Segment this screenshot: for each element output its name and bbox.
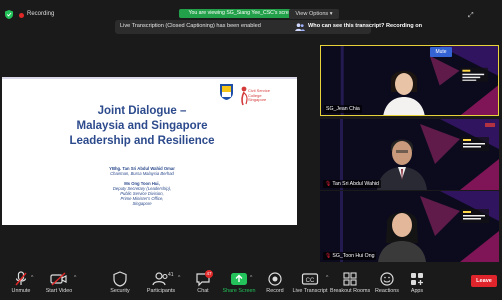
speaker-block: Ms Ong Toon Hui, Deputy Secretary (Leade… [42, 181, 242, 206]
participant-tile[interactable]: SG_Jean Chia [320, 45, 499, 116]
participants-label: Participants [146, 288, 176, 294]
mute-badge[interactable]: Mute [430, 47, 452, 57]
speaker-role: Chairman, Bursa Malaysia Berhad [110, 171, 174, 176]
participant-name-label: 🎙Tan Sri Abdul Wahid [323, 180, 381, 188]
slide-title-line: Leadership and Resilience [69, 135, 215, 147]
view-options-label: View Options [295, 11, 329, 17]
breakout-rooms-icon [343, 272, 357, 286]
college-name: Civil Service College Singapore [248, 88, 271, 102]
people-icon [295, 23, 305, 31]
shield-icon [113, 271, 127, 287]
live-transcript-label: Live Transcript [292, 288, 328, 294]
malaysia-crest-icon [220, 84, 233, 100]
microphone-muted-icon [15, 271, 27, 286]
breakout-rooms-label: Breakout Rooms [330, 288, 371, 294]
record-button[interactable]: Record [264, 271, 286, 294]
apps-button[interactable]: Apps [406, 271, 428, 294]
participants-caret-icon[interactable]: ^ [178, 275, 180, 281]
start-video-button[interactable]: Start Video [40, 271, 78, 294]
reactions-label: Reactions [375, 288, 399, 294]
cc-icon: CC [301, 273, 319, 285]
video-off-icon [50, 272, 67, 286]
reactions-button[interactable]: Reactions [372, 271, 402, 294]
viewing-banner: You are viewing SG_Siang Yee_CSC's scree… [179, 9, 304, 18]
security-button[interactable]: Security [106, 271, 134, 294]
slide-title: Joint Dialogue – Malaysia and Singapore … [42, 104, 242, 149]
share-screen-label: Share Screen [222, 288, 256, 294]
slide-header-rule [2, 77, 297, 79]
fullscreen-icon[interactable]: ⤢ [468, 12, 474, 20]
speaker-block: YBhg. Tan Sri Abdul Wahid Omar Chairman,… [42, 166, 242, 176]
shared-screen: Civil Service College Singapore Joint Di… [2, 77, 297, 225]
share-options-caret-icon[interactable]: ^ [250, 275, 252, 281]
record-icon [268, 272, 282, 286]
speaker-role: Singapore [132, 201, 152, 206]
transcription-notice-text: Live Transcription (Closed Captioning) h… [120, 23, 261, 29]
participant-name: Tan Sri Abdul Wahid [332, 181, 379, 187]
apps-label: Apps [410, 288, 424, 294]
microphone-muted-icon: 🎙 [325, 181, 332, 187]
unmute-label: Unmute [11, 288, 31, 294]
zoom-window: Recording You are viewing SG_Siang Yee_C… [0, 0, 502, 300]
participant-tile[interactable]: 🎙SG_Toon Hui Ong [320, 191, 499, 262]
slide-title-line: Joint Dialogue – [97, 105, 187, 117]
view-options-button[interactable]: View Options ▾ [289, 9, 339, 19]
breakout-rooms-button[interactable]: Breakout Rooms [330, 271, 370, 294]
participant-video-icon [377, 139, 427, 190]
transcript-caret-icon[interactable]: ^ [326, 275, 328, 281]
reactions-icon [380, 272, 394, 286]
record-label: Record [266, 288, 284, 294]
share-screen-icon [231, 273, 247, 285]
participant-name: SG_Toon Hui Ong [332, 253, 375, 259]
recording-indicator-icon [19, 13, 24, 18]
participant-video-icon [378, 212, 426, 262]
participant-name-label: 🎙SG_Toon Hui Ong [323, 252, 377, 260]
microphone-muted-icon: 🎙 [325, 253, 332, 259]
slide-logos: Civil Service College Singapore [220, 84, 290, 106]
svg-text:CC: CC [306, 278, 315, 284]
recording-label: Recording [27, 11, 55, 17]
participant-video-icon [383, 71, 425, 115]
leave-button[interactable]: Leave [471, 275, 497, 287]
transcription-notice: Live Transcription (Closed Captioning) h… [115, 20, 422, 34]
video-options-caret-icon[interactable]: ^ [74, 275, 76, 281]
audio-options-caret-icon[interactable]: ^ [31, 275, 33, 281]
chat-label: Chat [197, 288, 209, 294]
live-transcript-button[interactable]: CC Live Transcript [292, 271, 328, 294]
chevron-down-icon: ▾ [329, 11, 333, 17]
participants-count: 41 [168, 272, 174, 278]
transcript-visibility-link[interactable]: Who can see this transcript? Recording o… [308, 23, 422, 29]
security-label: Security [110, 288, 130, 294]
participant-name-label: SG_Jean Chia [324, 105, 362, 113]
shield-icon [5, 10, 13, 19]
participant-tile[interactable]: 🎙Tan Sri Abdul Wahid [320, 119, 499, 190]
apps-icon [411, 273, 423, 285]
slide-title-line: Malaysia and Singapore [76, 120, 208, 132]
start-video-label: Start Video [45, 288, 73, 294]
meeting-toolbar: Unmute ^ Start Video ^ Security Particip… [0, 263, 502, 300]
top-bar: Recording You are viewing SG_Siang Yee_C… [0, 0, 502, 20]
chat-unread-badge: 47 [205, 270, 213, 278]
